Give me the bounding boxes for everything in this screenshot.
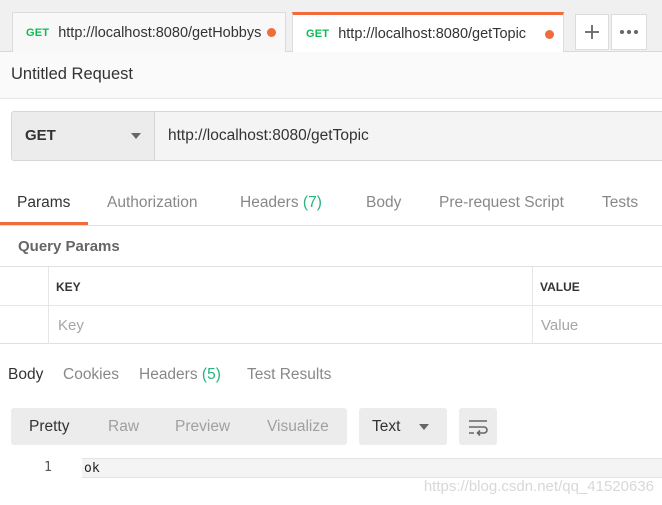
param-key-input[interactable]: Key: [58, 317, 84, 334]
tab-headers[interactable]: Headers (7): [240, 194, 322, 212]
view-visualize-button[interactable]: Visualize: [267, 418, 329, 436]
method-select-value: GET: [25, 127, 56, 144]
code-editor[interactable]: ok: [82, 458, 662, 478]
table-row-divider: [0, 305, 662, 306]
more-tabs-button[interactable]: [611, 14, 647, 50]
unsaved-changes-dot: [267, 28, 276, 37]
request-name-bar: Untitled Request: [0, 52, 662, 99]
chevron-down-icon: [131, 133, 141, 139]
request-tab-gettopic[interactable]: GET http://localhost:8080/getTopic: [292, 12, 564, 53]
response-view-toggle: Pretty Raw Preview Visualize: [11, 408, 347, 445]
wrap-lines-button[interactable]: [459, 408, 497, 445]
request-name[interactable]: Untitled Request: [11, 65, 133, 84]
url-input[interactable]: http://localhost:8080/getTopic: [168, 127, 369, 145]
param-value-input[interactable]: Value: [541, 317, 578, 334]
watermark: https://blog.csdn.net/qq_41520636: [423, 478, 654, 495]
tab-headers-label: Headers: [240, 194, 299, 211]
new-tab-button[interactable]: [575, 14, 609, 50]
tab-tests[interactable]: Tests: [602, 194, 638, 212]
response-body-line: 1 ok: [0, 458, 662, 478]
headers-count-badge: (7): [302, 194, 322, 211]
response-tab-cookies[interactable]: Cookies: [63, 366, 119, 384]
request-tabs: Params Authorization Headers (7) Body Pr…: [0, 182, 662, 226]
tab-body[interactable]: Body: [366, 194, 401, 212]
tab-url-label: http://localhost:8080/getHobbys: [58, 24, 262, 41]
chevron-down-icon: [419, 424, 429, 430]
active-tab-indicator: [0, 222, 88, 225]
tab-method-badge: GET: [26, 26, 50, 39]
column-header-key: KEY: [56, 280, 81, 294]
plus-icon: [585, 25, 599, 39]
column-header-value: VALUE: [540, 280, 580, 294]
tab-url-label: http://localhost:8080/getTopic: [338, 26, 527, 42]
more-horizontal-icon: [620, 30, 638, 34]
response-tab-headers-label: Headers: [139, 366, 198, 383]
tab-pre-request-script[interactable]: Pre-request Script: [439, 194, 564, 212]
tab-params[interactable]: Params: [17, 194, 70, 212]
view-preview-button[interactable]: Preview: [175, 418, 230, 436]
response-format-value: Text: [372, 418, 401, 435]
response-tab-test-results[interactable]: Test Results: [247, 366, 331, 384]
url-bar: GET http://localhost:8080/getTopic: [11, 111, 662, 161]
response-headers-count-badge: (5): [201, 366, 221, 383]
response-tab-headers[interactable]: Headers (5): [139, 366, 221, 384]
response-tab-body[interactable]: Body: [8, 366, 43, 384]
response-body-text: ok: [84, 461, 100, 476]
table-column-divider: [532, 267, 533, 344]
table-column-divider: [48, 267, 49, 344]
line-number: 1: [44, 460, 52, 475]
request-tab-gethobbys[interactable]: GET http://localhost:8080/getHobbys: [12, 12, 286, 52]
query-params-table: KEY VALUE Key Value: [0, 266, 662, 344]
tab-authorization[interactable]: Authorization: [107, 194, 197, 212]
unsaved-changes-dot: [545, 29, 554, 39]
method-select[interactable]: GET: [12, 112, 155, 160]
view-raw-button[interactable]: Raw: [108, 418, 139, 436]
query-params-title: Query Params: [18, 238, 120, 255]
wrap-lines-icon: [469, 419, 488, 436]
request-tab-bar: GET http://localhost:8080/getHobbys GET …: [0, 0, 662, 53]
view-pretty-button[interactable]: Pretty: [29, 418, 69, 436]
tab-method-badge: GET: [306, 28, 330, 40]
response-tabs: Body Cookies Headers (5) Test Results: [0, 344, 662, 392]
response-format-select[interactable]: Text: [359, 408, 447, 445]
